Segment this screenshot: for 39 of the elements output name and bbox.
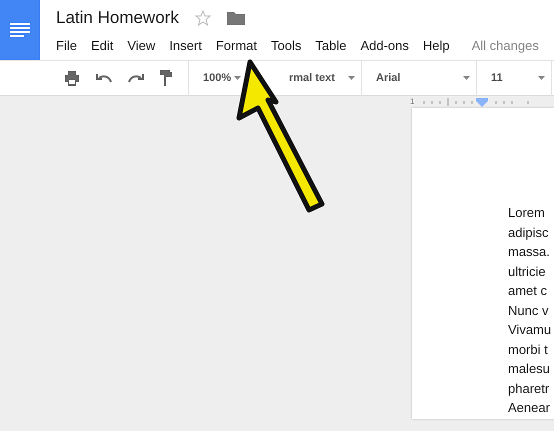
redo-icon[interactable] xyxy=(128,73,144,83)
document-text-line: Lorem xyxy=(508,204,546,222)
document-text-line: morbi t xyxy=(508,340,549,358)
undo-icon[interactable] xyxy=(96,73,112,83)
menu-item[interactable]: View xyxy=(127,36,156,56)
document-text-line: pharetr xyxy=(508,380,550,398)
menu-item[interactable]: Add-ons xyxy=(360,36,409,56)
menu-item[interactable]: File xyxy=(56,36,77,56)
document-text-line: adipisc xyxy=(508,224,550,242)
caret-icon xyxy=(234,76,241,80)
menu-item[interactable]: Help xyxy=(422,36,450,56)
document-text-line: Nunc v xyxy=(508,302,550,320)
menu-item[interactable]: Tools xyxy=(271,36,302,56)
folder-icon[interactable] xyxy=(226,11,245,25)
star-icon[interactable] xyxy=(194,10,211,26)
menu-item[interactable]: Edit xyxy=(90,36,114,56)
document-text-line: massa. xyxy=(508,243,551,261)
style-dropdown[interactable]: rmal text xyxy=(289,60,361,96)
document-text-line: ultricie xyxy=(508,262,547,280)
font-size-dropdown[interactable]: 11 xyxy=(477,60,551,96)
caret-icon xyxy=(463,76,470,80)
font-dropdown[interactable]: Arial xyxy=(362,60,476,96)
menu-item[interactable]: Table xyxy=(315,36,346,56)
document-text-line: amet c xyxy=(508,282,548,300)
document-title[interactable]: Latin Homework xyxy=(56,8,179,28)
lines-icon xyxy=(10,23,30,37)
paint-roller-icon[interactable] xyxy=(160,70,172,86)
docs-logo[interactable] xyxy=(0,0,40,60)
menu-item[interactable]: Insert xyxy=(169,36,202,56)
print-icon[interactable] xyxy=(64,70,80,86)
caret-icon xyxy=(348,76,355,80)
ruler-number: 1 xyxy=(410,96,414,108)
zoom-dropdown[interactable]: 100% xyxy=(189,60,247,96)
menu-item[interactable]: Format xyxy=(216,36,257,56)
document-text-line: Vivamu xyxy=(508,321,552,339)
document-text-line: malesu xyxy=(508,360,551,378)
caret-icon xyxy=(538,76,545,80)
document-text-line: Aenear xyxy=(508,399,551,417)
save-status: All changes xyxy=(472,37,539,55)
